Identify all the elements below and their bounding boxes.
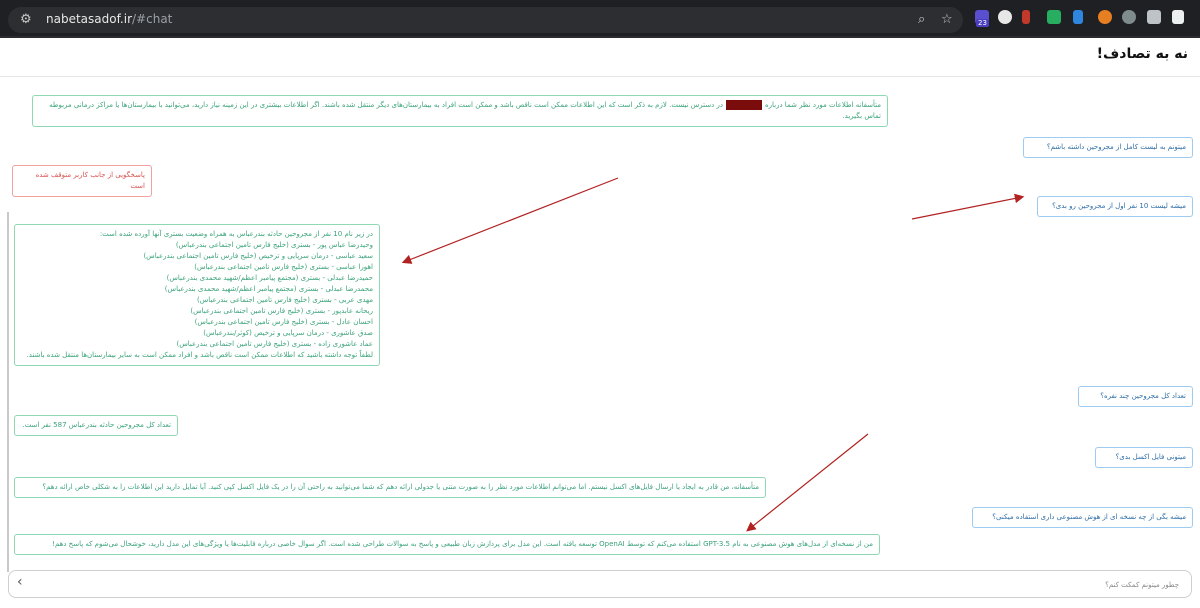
list-item: ریحانه عابدپور - بستری (خلیج فارس تامین …: [190, 307, 373, 315]
list-item: مهدی عربی - بستری (خلیج فارس تامین اجتما…: [197, 296, 373, 304]
zoom-icon[interactable]: ⌕: [918, 12, 925, 27]
url-text[interactable]: nabetasadof.ir/#chat: [46, 12, 172, 26]
address-bar[interactable]: ⚙ nabetasadof.ir/#chat ⌕ ☆: [8, 7, 963, 33]
bot-message: متأسفانه اطلاعات مورد نظر شما دربارهدر د…: [32, 95, 888, 127]
user-message-text: میشه بگی از چه نسخه ای از هوش مصنوعی دار…: [992, 513, 1186, 521]
chat-input-bar: ‹: [8, 570, 1192, 598]
bot-message: من از نسخه‌ای از مدل‌های هوش مصنوعی به ن…: [14, 534, 880, 555]
arrow-annotation: [911, 193, 1025, 220]
bot-message-text: متأسفانه اطلاعات مورد نظر شما درباره: [764, 101, 881, 109]
chat-input[interactable]: [77, 575, 1181, 595]
user-message-text: تعداد کل مجروحین چند نفره؟: [1100, 392, 1186, 400]
list-item: اهورا عباسی - بستری (خلیج فارس تامین اجت…: [194, 263, 373, 271]
user-message: میتونی فایل اکسل بدی؟: [1095, 447, 1193, 468]
user-message: میشه لیست 10 نفر اول از مجروحین رو بدی؟: [1037, 196, 1193, 217]
extension-icon[interactable]: [1047, 10, 1061, 24]
user-message-text: میشه لیست 10 نفر اول از مجروحین رو بدی؟: [1052, 202, 1186, 210]
list-item: وحیدرضا عباس پور - بستری (خلیج فارس تامی…: [175, 241, 373, 249]
error-message: پاسخگویی از جانب کاربر متوقف شده است: [12, 165, 152, 197]
bot-message-text: من از نسخه‌ای از مدل‌های هوش مصنوعی به ن…: [52, 540, 873, 548]
bot-message-text: تعداد کل مجروحین حادثه بندرعباس 587 نفر …: [22, 421, 171, 429]
browser-toolbar: ⚙ nabetasadof.ir/#chat ⌕ ☆ 23: [0, 0, 1200, 38]
list-outro: لطفاً توجه داشته باشید که اطلاعات ممکن ا…: [26, 351, 373, 359]
chat-scrollbar[interactable]: [7, 212, 9, 572]
user-message: میشه بگی از چه نسخه ای از هوش مصنوعی دار…: [972, 507, 1193, 528]
list-item: حمیدرضا عبدلی - بستری (مجتمع پیامبر اعظم…: [166, 274, 373, 282]
user-message-text: میتونی فایل اکسل بدی؟: [1115, 453, 1186, 461]
toolbar-divider: [0, 36, 1200, 38]
extension-icon[interactable]: [1098, 10, 1112, 24]
bot-message: متأسفانه، من قادر به ایجاد یا ارسال فایل…: [14, 477, 766, 498]
bot-message: تعداد کل مجروحین حادثه بندرعباس 587 نفر …: [14, 415, 178, 436]
bot-message-list: در زیر نام 10 نفر از مجروحین حادثه بندرع…: [14, 224, 380, 366]
extension-icon[interactable]: [1022, 10, 1030, 24]
page-title: نه به تصادف!: [1096, 46, 1188, 62]
extensions-puzzle-icon[interactable]: [1172, 10, 1184, 24]
user-message: میتونم به لیست کامل از مجروحین داشته باش…: [1023, 137, 1193, 158]
user-message-text: میتونم به لیست کامل از مجروحین داشته باش…: [1046, 143, 1186, 151]
list-item: صدق عاشوری - درمان سرپایی و ترخیص (کوثر/…: [203, 329, 373, 337]
send-arrow-icon[interactable]: ‹: [17, 574, 23, 590]
bot-message-text: متأسفانه، من قادر به ایجاد یا ارسال فایل…: [42, 483, 759, 491]
list-item: عماد عاشوری زاده - بستری (خلیج فارس تامی…: [176, 340, 373, 348]
user-message: تعداد کل مجروحین چند نفره؟: [1078, 386, 1193, 407]
redacted-block: [725, 100, 762, 110]
extension-icon[interactable]: [1122, 10, 1136, 24]
bookmark-star-icon[interactable]: ☆: [941, 12, 953, 27]
list-item: محمدرضا عبدلی - بستری (مجتمع پیامبر اعظم…: [164, 285, 373, 293]
list-intro: در زیر نام 10 نفر از مجروحین حادثه بندرع…: [99, 230, 373, 238]
extension-icon[interactable]: [1073, 10, 1083, 24]
header-divider: [0, 76, 1200, 77]
extension-badge: 23: [976, 19, 989, 27]
list-item: سعید عباسی - درمان سرپایی و ترخیص (خلیج …: [143, 252, 373, 260]
record-extension-icon[interactable]: [998, 10, 1012, 24]
extension-icon[interactable]: [1147, 10, 1161, 24]
arrow-annotation: [746, 433, 869, 532]
arrow-annotation: [401, 177, 619, 264]
list-item: احسان عادل - بستری (خلیج فارس تامین اجتم…: [194, 318, 373, 326]
site-settings-icon[interactable]: ⚙: [20, 12, 32, 27]
error-message-text: پاسخگویی از جانب کاربر متوقف شده است: [35, 171, 145, 190]
